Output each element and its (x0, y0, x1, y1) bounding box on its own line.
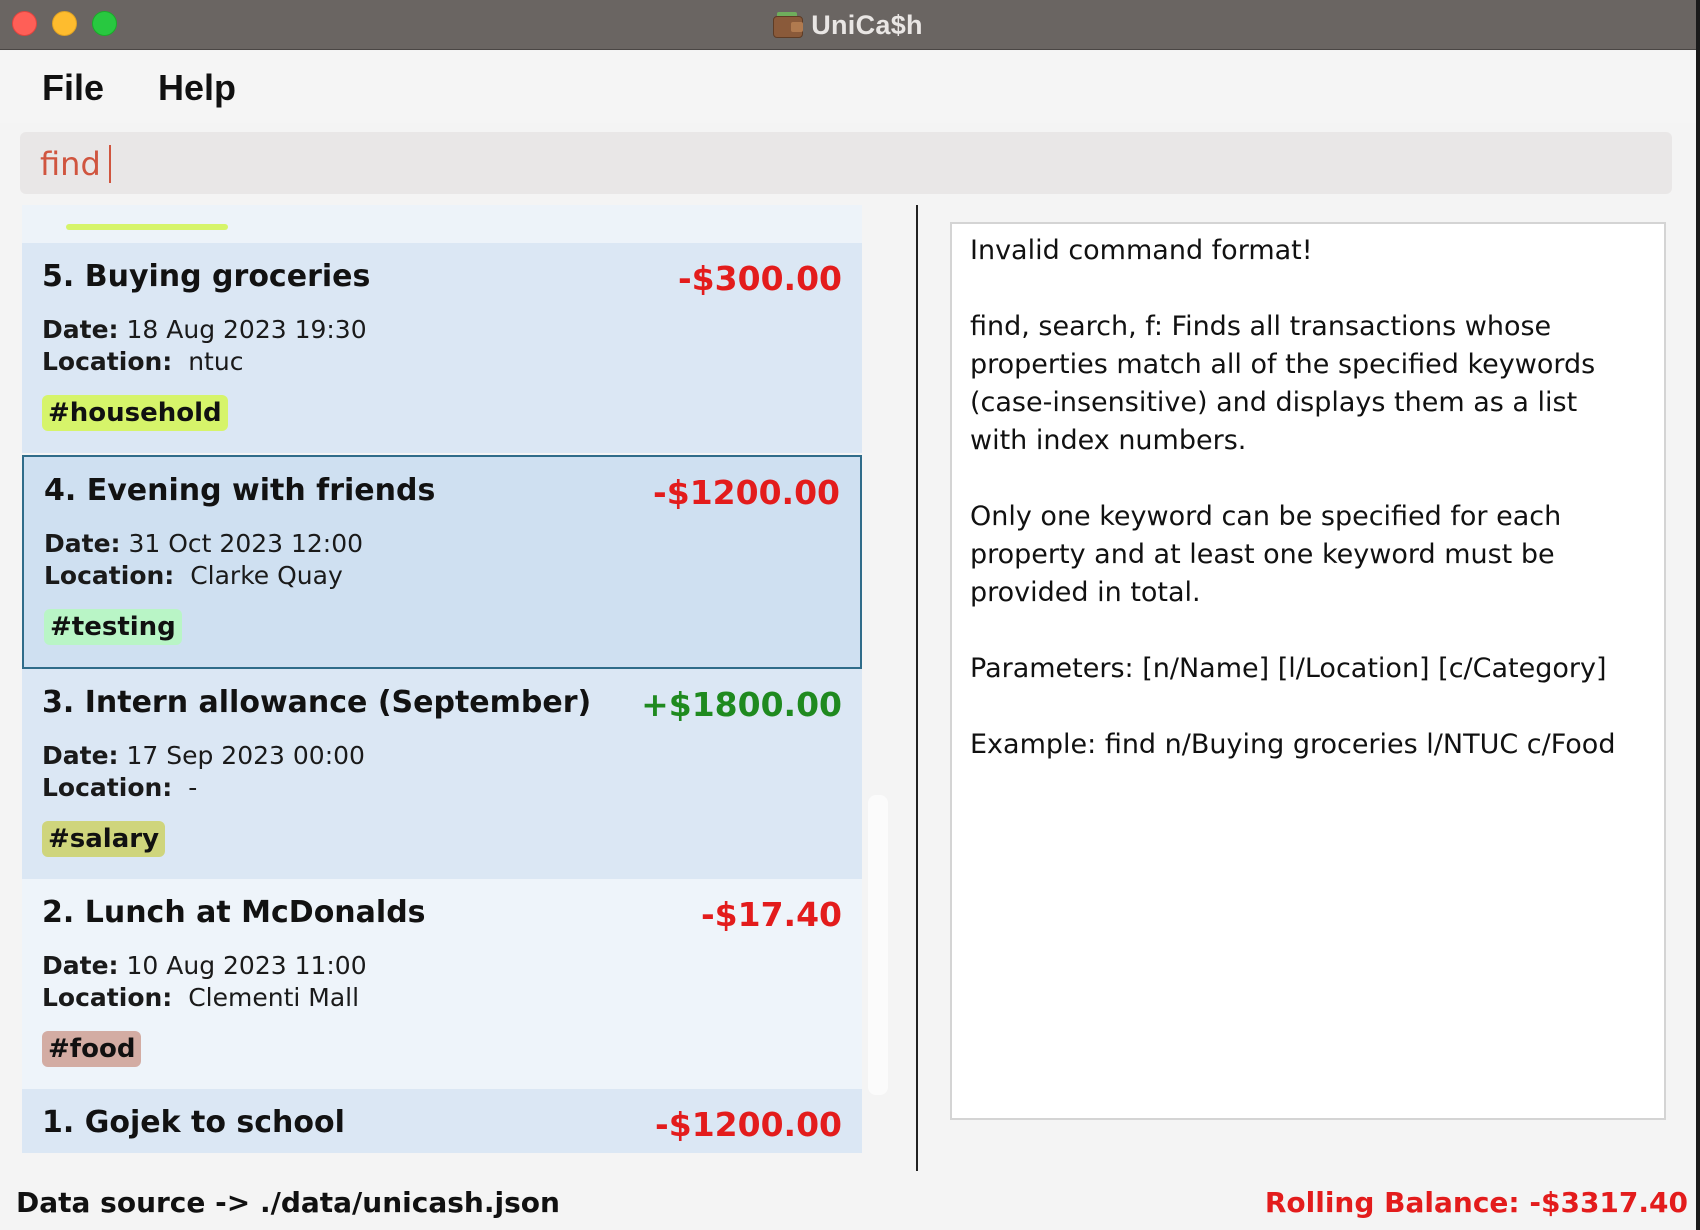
title-bar: UniCa$h (0, 0, 1696, 50)
command-box[interactable]: find (20, 132, 1672, 194)
result-line: with index numbers. (970, 425, 1247, 456)
command-input-text: find (40, 145, 101, 183)
transaction-date: Date: 31 Oct 2023 12:00 (44, 529, 364, 558)
transaction-amount: -$300.00 (677, 259, 842, 298)
transaction-name: 4. Evening with friends (44, 473, 436, 508)
transaction-name: 2. Lunch at McDonalds (42, 895, 426, 930)
transaction-amount: -$1200.00 (655, 1105, 842, 1144)
transaction-card-selected[interactable]: 4. Evening with friends -$1200.00 Date: … (22, 455, 862, 669)
result-line: property and at least one keyword must b… (970, 539, 1555, 570)
window-title: UniCa$h (811, 9, 923, 40)
list-scrollbar[interactable] (868, 795, 888, 1095)
transaction-name: 3. Intern allowance (September) (42, 685, 592, 720)
rolling-balance-label: Rolling Balance: -$3317.40 (1264, 1186, 1688, 1219)
status-bar: Data source -> ./data/unicash.json Rolli… (0, 1172, 1696, 1230)
transaction-date: Date: 17 Sep 2023 00:00 (42, 741, 365, 770)
menu-help[interactable]: Help (158, 67, 236, 109)
category-tag: #household (42, 395, 228, 431)
transaction-amount: -$17.40 (700, 895, 842, 934)
transaction-date: Date: 18 Aug 2023 19:30 (42, 315, 367, 344)
result-line: Example: find n/Buying groceries l/NTUC … (970, 729, 1616, 760)
transaction-card[interactable]: 2. Lunch at McDonalds -$17.40 Date: 10 A… (22, 879, 862, 1089)
result-line: (case-insensitive) and displays them as … (970, 387, 1578, 418)
data-source-label: Data source -> ./data/unicash.json (16, 1186, 560, 1219)
transaction-card[interactable]: 5. Buying groceries -$300.00 Date: 18 Au… (22, 243, 862, 453)
transaction-name: 5. Buying groceries (42, 259, 371, 294)
tag-partial (66, 224, 228, 230)
window-edge (1696, 0, 1700, 1230)
result-line: Parameters: [n/Name] [l/Location] [c/Cat… (970, 653, 1607, 684)
category-tag: #testing (44, 609, 182, 645)
transaction-location: Location: ntuc (42, 347, 244, 376)
app-window: UniCa$h File Help find 5. Buying groceri… (0, 0, 1696, 1230)
transaction-amount: +$1800.00 (641, 685, 842, 724)
transaction-location: Location: Clementi Mall (42, 983, 360, 1012)
transaction-name: 1. Gojek to school (42, 1105, 345, 1140)
transaction-date: Date: 10 Aug 2023 11:00 (42, 951, 367, 980)
wallet-icon (773, 12, 804, 38)
result-line: properties match all of the specified ke… (970, 349, 1596, 380)
transaction-list[interactable]: 5. Buying groceries -$300.00 Date: 18 Au… (0, 205, 916, 1171)
transaction-location: Location: Clarke Quay (44, 561, 343, 590)
result-display: Invalid command format! find, search, f:… (950, 222, 1666, 1120)
text-caret (108, 145, 111, 183)
transaction-location: Location: - (42, 773, 198, 802)
result-line: provided in total. (970, 577, 1201, 608)
result-line: Only one keyword can be specified for ea… (970, 501, 1562, 532)
transaction-amount: -$1200.00 (653, 473, 840, 512)
transaction-card[interactable]: 1. Gojek to school -$1200.00 (22, 1089, 862, 1153)
category-tag: #salary (42, 821, 166, 857)
panel-divider[interactable] (916, 205, 918, 1171)
result-line: Invalid command format! (970, 235, 1313, 266)
menu-file[interactable]: File (42, 67, 104, 109)
result-line: find, search, f: Finds all transactions … (970, 311, 1552, 342)
command-input[interactable]: find (40, 142, 111, 186)
category-tag: #food (42, 1031, 142, 1067)
menu-bar: File Help (0, 51, 1696, 123)
previous-card-partial (22, 205, 862, 243)
transaction-card[interactable]: 3. Intern allowance (September) +$1800.0… (22, 669, 862, 879)
